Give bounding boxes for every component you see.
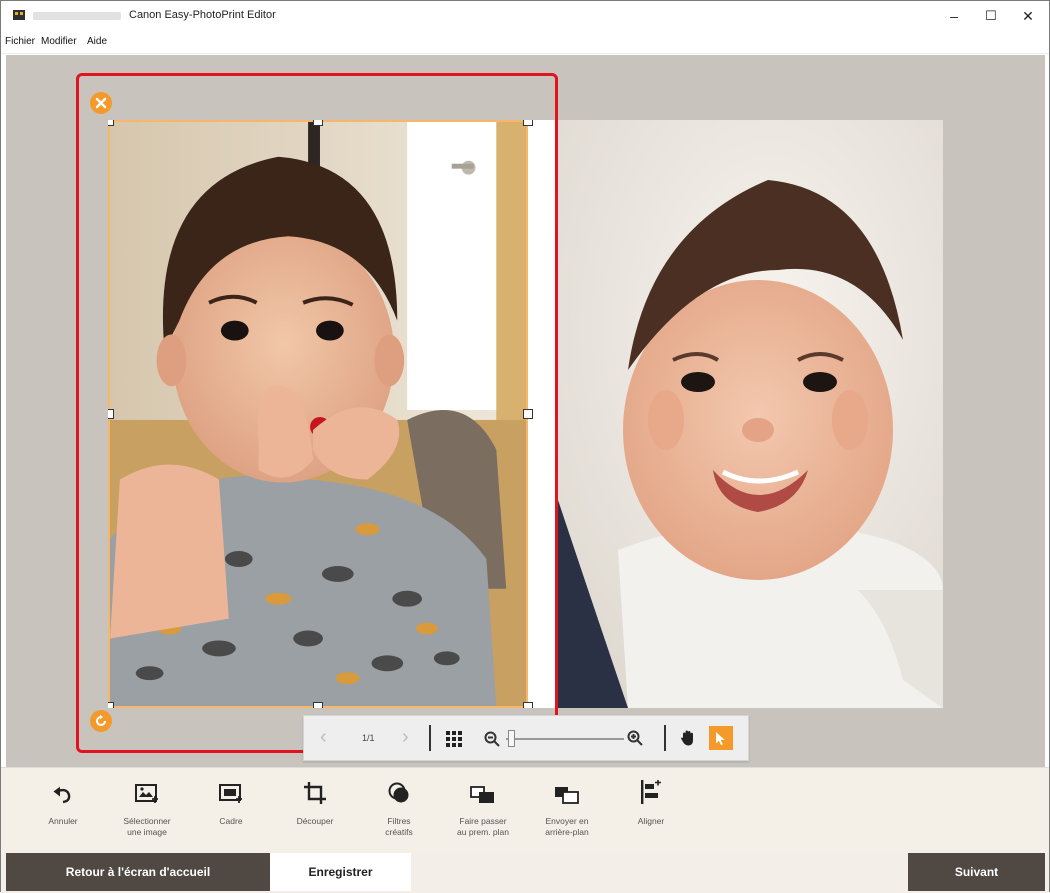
menu-aide[interactable]: Aide — [87, 36, 107, 47]
undo-button[interactable]: Annuler — [21, 778, 105, 827]
crop-label: Découper — [296, 816, 334, 826]
select-image-icon — [135, 784, 158, 803]
separator — [429, 725, 431, 751]
send-to-back-label: Envoyer en arrière-plan — [545, 816, 589, 838]
zoom-in-icon[interactable] — [627, 730, 643, 746]
undo-label: Annuler — [48, 816, 78, 826]
creative-filters-button[interactable]: Filtres créatifs — [357, 778, 441, 839]
hand-pan-icon[interactable] — [680, 729, 696, 747]
send-to-back-icon — [555, 787, 579, 804]
creative-filters-icon — [388, 782, 409, 803]
select-tool-button[interactable] — [709, 726, 733, 750]
align-button[interactable]: Aligner — [609, 778, 693, 827]
highlight-outline — [76, 73, 558, 753]
previous-page-button[interactable]: ‹ — [320, 726, 327, 749]
zoom-slider-thumb[interactable] — [508, 730, 515, 747]
menu-bar: Fichier Modifier Aide — [1, 31, 1049, 54]
save-button[interactable]: Enregistrer — [270, 853, 411, 891]
page-count: 1/1 — [362, 733, 375, 743]
grid-view-icon[interactable] — [446, 731, 462, 747]
zoom-out-icon[interactable] — [484, 731, 500, 747]
back-to-home-button[interactable]: Retour à l'écran d'accueil — [6, 853, 270, 891]
minimize-button[interactable]: – — [939, 5, 969, 27]
page-navigator-bar: ‹ 1/1 › — [303, 715, 749, 761]
frame-label: Cadre — [219, 816, 243, 826]
app-window: Canon Easy-PhotoPrint Editor – ☐ ✕ Fichi… — [0, 0, 1050, 893]
separator — [664, 725, 666, 751]
crop-button[interactable]: Découper — [273, 778, 357, 827]
align-icon — [641, 780, 661, 804]
crop-icon — [304, 782, 326, 804]
next-button[interactable]: Suivant — [908, 853, 1045, 891]
select-image-label: Sélectionner une image — [123, 816, 171, 838]
maximize-button[interactable]: ☐ — [976, 5, 1006, 27]
photo-baby[interactable] — [558, 120, 943, 708]
menu-fichier[interactable]: Fichier — [5, 36, 35, 47]
bottom-action-bar: Retour à l'écran d'accueil Enregistrer S… — [1, 853, 1049, 893]
zoom-slider-track[interactable] — [506, 738, 624, 740]
undo-icon — [53, 786, 71, 804]
select-image-button[interactable]: Sélectionner une image — [105, 778, 189, 839]
title-bar: Canon Easy-PhotoPrint Editor – ☐ ✕ — [1, 1, 1049, 31]
creative-filters-label: Filtres créatifs — [385, 816, 413, 838]
next-page-button[interactable]: › — [402, 726, 409, 749]
frame-button[interactable]: Cadre — [189, 778, 273, 827]
bring-to-front-icon — [470, 786, 494, 803]
window-title: Canon Easy-PhotoPrint Editor — [129, 9, 276, 21]
edit-toolbar: Annuler Sélectionner une image Cadre Déc… — [1, 767, 1049, 854]
bring-to-front-button[interactable]: Faire passer au prem. plan — [441, 778, 525, 839]
pointer-cursor-icon — [716, 731, 725, 745]
menu-modifier[interactable]: Modifier — [41, 36, 77, 47]
title-blurred-text — [33, 12, 121, 20]
frame-icon — [219, 784, 242, 803]
bring-to-front-label: Faire passer au prem. plan — [457, 816, 509, 838]
app-logo-icon — [13, 10, 25, 20]
send-to-back-button[interactable]: Envoyer en arrière-plan — [525, 778, 609, 839]
close-button[interactable]: ✕ — [1013, 5, 1043, 27]
align-label: Aligner — [637, 816, 665, 826]
